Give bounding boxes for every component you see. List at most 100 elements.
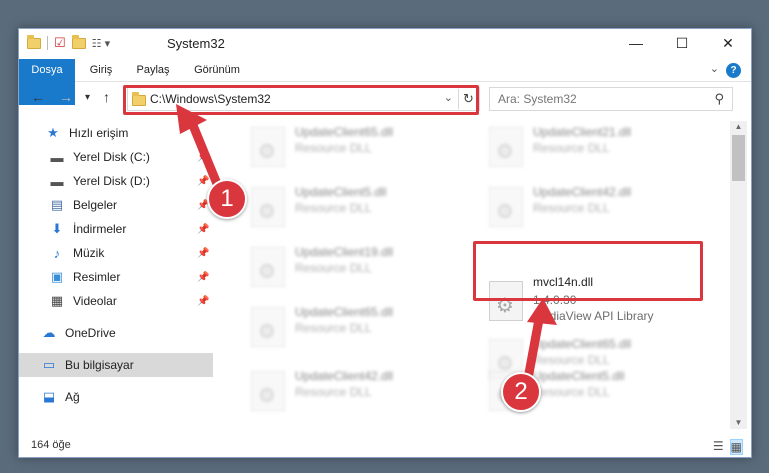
file-name: UpdateClient5.dll — [295, 185, 387, 199]
computer-icon: ▭ — [42, 357, 56, 372]
dll-file-icon — [251, 307, 285, 347]
details-view-icon[interactable]: ☰ — [713, 439, 724, 455]
vertical-scrollbar[interactable]: ▲ ▼ — [730, 121, 747, 429]
music-icon: ♪ — [53, 245, 61, 261]
sidebar-item-label: Belgeler — [73, 198, 118, 212]
dll-file-icon — [251, 127, 285, 167]
file-name: UpdateClient65.dll — [295, 125, 394, 139]
file-name: UpdateClient65.dll — [295, 305, 394, 319]
file-name: UpdateClient19.dll — [295, 245, 394, 259]
file-item[interactable]: UpdateClient42.dll Resource DLL — [481, 181, 701, 227]
tiles-view-icon[interactable]: ▦ — [729, 439, 743, 455]
file-name: UpdateClient65.dll — [533, 337, 632, 351]
file-highlight — [473, 241, 703, 301]
file-name: UpdateClient42.dll — [533, 185, 632, 199]
file-type: Resource DLL — [533, 201, 610, 215]
search-input[interactable] — [498, 91, 698, 107]
dll-file-icon — [489, 187, 523, 227]
navigation-pane: ★ Hızlı erişim ▬ Yerel Disk (C:) 📌 ▬ Yer… — [19, 121, 213, 431]
file-name: UpdateClient42.dll — [295, 369, 394, 383]
sidebar-item-label: Hızlı erişim — [69, 126, 129, 140]
file-type: Resource DLL — [295, 201, 372, 215]
tab-home[interactable]: Giriş — [83, 59, 119, 82]
search-box[interactable]: ⚲ — [489, 87, 733, 111]
sidebar-item-videos[interactable]: ▦ Videolar 📌 — [19, 289, 213, 313]
sidebar-item-disk-c[interactable]: ▬ Yerel Disk (C:) 📌 — [19, 145, 213, 169]
recent-locations-icon[interactable]: ▾ — [85, 92, 90, 103]
step-badge-2: 2 — [501, 372, 541, 412]
folder-icon — [27, 34, 41, 49]
dll-file-icon — [251, 247, 285, 287]
network-icon: ⬓ — [42, 389, 56, 404]
new-folder-icon[interactable] — [71, 34, 86, 49]
scroll-up-icon[interactable]: ▲ — [730, 121, 747, 133]
dll-file-icon — [251, 187, 285, 227]
pictures-icon: ▣ — [50, 269, 64, 284]
sidebar-item-label: Yerel Disk (D:) — [73, 174, 150, 188]
sidebar-item-music[interactable]: ♪ Müzik 📌 — [19, 241, 213, 265]
forward-arrow-icon[interactable]: → — [59, 89, 73, 105]
sidebar-item-label: Müzik — [73, 246, 105, 260]
file-type: MediaView API Library — [533, 309, 654, 323]
sidebar-item-label: OneDrive — [65, 326, 116, 340]
help-button[interactable]: ? — [726, 63, 741, 78]
back-arrow-icon[interactable]: ← — [31, 89, 45, 105]
sidebar-item-onedrive[interactable]: ☁ OneDrive — [19, 321, 213, 345]
search-icon: ⚲ — [714, 91, 724, 106]
sidebar-item-label: Ağ — [65, 390, 80, 404]
sidebar-item-disk-d[interactable]: ▬ Yerel Disk (D:) 📌 — [19, 169, 213, 193]
file-item[interactable]: UpdateClient65.dll Resource DLL — [243, 301, 463, 347]
item-count: 164 öğe — [31, 439, 71, 451]
file-type: Resource DLL — [295, 385, 372, 399]
file-type: Resource DLL — [533, 385, 610, 399]
sidebar-item-downloads[interactable]: ⬇ İndirmeler 📌 — [19, 217, 213, 241]
file-item[interactable]: UpdateClient42.dll Resource DLL — [243, 365, 463, 411]
file-item[interactable]: UpdateClient65.dll Resource DLL — [243, 121, 463, 167]
file-name: UpdateClient21.dll — [533, 125, 632, 139]
pin-icon: 📌 — [197, 175, 210, 187]
downloads-icon: ⬇ — [51, 221, 63, 236]
sidebar-item-quick-access[interactable]: ★ Hızlı erişim — [19, 121, 213, 145]
window-title: System32 — [167, 36, 225, 51]
address-bar-highlight — [123, 85, 479, 115]
maximize-button[interactable]: ☐ — [659, 29, 705, 57]
collapse-ribbon-icon[interactable]: ⌄ — [710, 62, 719, 75]
tab-share[interactable]: Paylaş — [131, 59, 175, 82]
file-type: Resource DLL — [533, 141, 610, 155]
scroll-down-icon[interactable]: ▼ — [730, 417, 747, 429]
sidebar-item-label: İndirmeler — [73, 222, 127, 236]
file-type: Resource DLL — [295, 321, 372, 335]
file-item[interactable]: UpdateClient21.dll Resource DLL — [481, 121, 701, 167]
status-bar: 164 öğe ☰ ▦ — [19, 437, 751, 457]
divider — [47, 36, 48, 50]
sidebar-item-pictures[interactable]: ▣ Resimler 📌 — [19, 265, 213, 289]
customize-toolbar-icon[interactable]: ☷ ▾ — [92, 37, 110, 50]
file-name: UpdateClient5.dll — [533, 369, 625, 383]
pin-icon: 📌 — [197, 151, 210, 163]
sidebar-item-documents[interactable]: ▤ Belgeler 📌 — [19, 193, 213, 217]
quick-access-toolbar: ☑ ☷ ▾ — [27, 34, 110, 51]
drive-icon: ▬ — [50, 149, 64, 165]
close-button[interactable]: ✕ — [705, 29, 751, 57]
dll-file-icon — [489, 127, 523, 167]
view-buttons: ☰ ▦ — [713, 439, 743, 455]
up-arrow-icon[interactable]: ↑ — [103, 89, 110, 105]
pin-icon: 📌 — [197, 271, 210, 283]
file-item[interactable]: UpdateClient5.dll Resource DLL — [243, 181, 463, 227]
tab-view[interactable]: Görünüm — [187, 59, 247, 82]
scroll-thumb[interactable] — [732, 135, 745, 181]
sidebar-item-network[interactable]: ⬓ Ağ — [19, 385, 213, 409]
properties-icon[interactable]: ☑ — [54, 35, 66, 51]
sidebar-item-label: Videolar — [73, 294, 117, 308]
onedrive-icon: ☁ — [42, 325, 56, 340]
step-badge-1: 1 — [207, 179, 247, 219]
minimize-button[interactable]: — — [613, 29, 659, 57]
sidebar-item-label: Bu bilgisayar — [65, 358, 134, 372]
pin-icon: 📌 — [197, 223, 210, 235]
drive-icon: ▬ — [50, 173, 64, 189]
sidebar-item-label: Resimler — [73, 270, 121, 284]
title-bar: ☑ ☷ ▾ System32 — ☐ ✕ — [19, 29, 751, 59]
file-item[interactable]: UpdateClient19.dll Resource DLL — [243, 241, 463, 287]
file-type: Resource DLL — [295, 141, 372, 155]
sidebar-item-this-pc[interactable]: ▭ Bu bilgisayar — [19, 353, 213, 377]
